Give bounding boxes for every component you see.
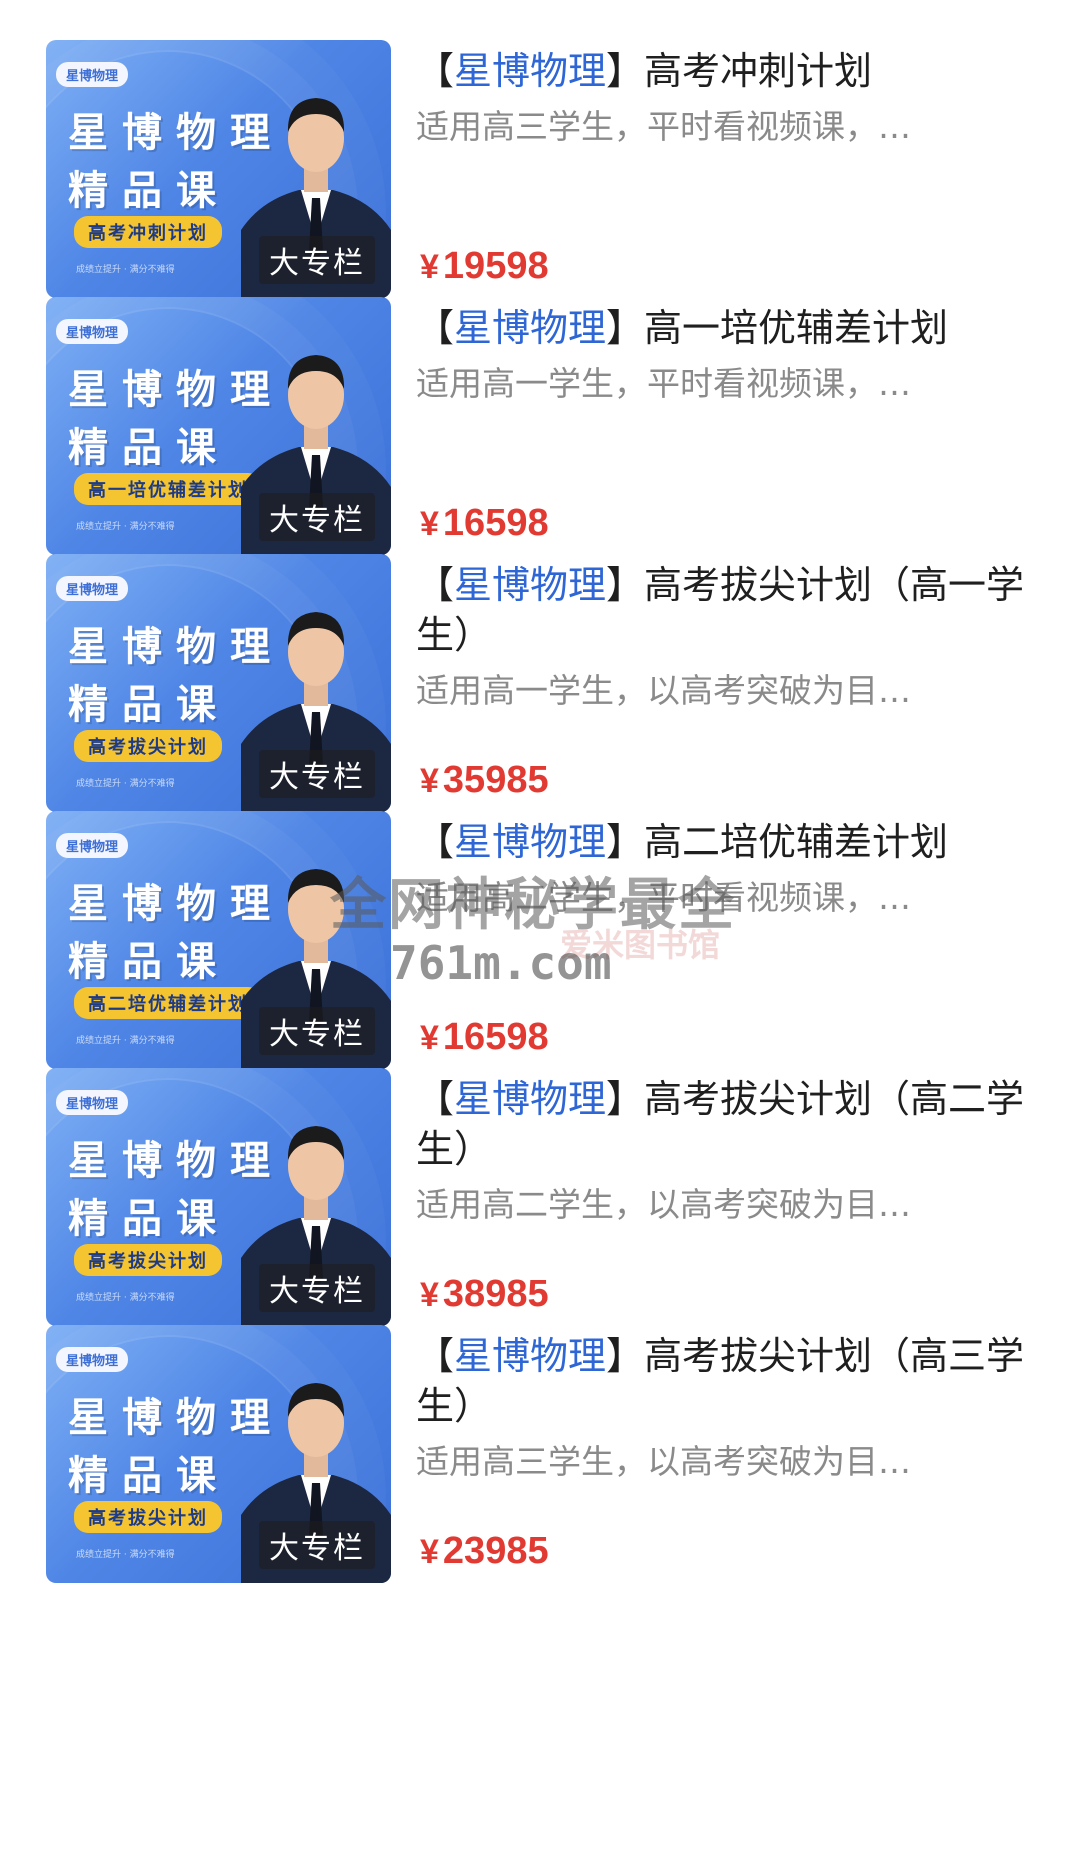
title-bracket-close: 】 [606,820,645,864]
thumb-subtitle: 精品课 [68,938,230,985]
course-price: ¥35985 [420,759,549,802]
title-bracket-close: 】 [606,563,645,607]
title-bracket-open: 【 [416,820,455,864]
course-price: ¥23985 [420,1530,549,1573]
currency-symbol: ¥ [420,1276,439,1314]
thumb-caption: 成绩立提升 · 满分不难得 [76,779,175,789]
title-bracket-close: 】 [606,306,645,350]
thumb-caption: 成绩立提升 · 满分不难得 [76,1036,175,1046]
thumb-subtitle: 精品课 [68,681,230,728]
course-list-item[interactable]: 星博物理 星博物理 精品课 高一培优辅差计划 成绩立提升 · 满分不难得 大专栏 【星博物理… [0,297,1080,559]
price-value: 38985 [442,1273,549,1315]
course-list-item[interactable]: 星博物理 星博物理 精品课 高考冲刺计划 成绩立提升 · 满分不难得 大专栏 【星博物理】高… [0,40,1080,302]
brand-logo: 星博物理 [56,319,129,344]
course-title[interactable]: 【星博物理】高一培优辅差计划 [416,297,1056,353]
course-title[interactable]: 【星博物理】高考拔尖计划（高一学生） [416,554,1056,660]
price-value: 35985 [442,759,549,801]
plan-tag: 高二培优辅差计划 [74,987,262,1019]
price-value: 19598 [442,245,549,287]
course-info: 【星博物理】高考拔尖计划（高三学生） 适用高三学生，以高考突破为目… ¥23985 [416,1325,1056,1583]
thumb-caption: 成绩立提升 · 满分不难得 [76,265,175,275]
course-list-item[interactable]: 星博物理 星博物理 精品课 高考拔尖计划 成绩立提升 · 满分不难得 大专栏 【星博物理】高… [0,1068,1080,1330]
thumb-caption: 成绩立提升 · 满分不难得 [76,522,175,532]
course-info: 【星博物理】高考冲刺计划适用高三学生，平时看视频课，… ¥19598 [416,40,1056,298]
thumb-caption: 成绩立提升 · 满分不难得 [76,1550,175,1560]
title-bracket-open: 【 [416,49,455,93]
course-title[interactable]: 【星博物理】高考拔尖计划（高二学生） [416,1068,1056,1174]
course-list-item[interactable]: 星博物理 星博物理 精品课 高考拔尖计划 成绩立提升 · 满分不难得 大专栏 【星博物理】高… [0,1325,1080,1587]
title-brand: 星博物理 [454,1334,607,1378]
title-text: 高一培优辅差计划 [644,306,949,350]
brand-logo: 星博物理 [56,1090,129,1115]
currency-symbol: ¥ [420,248,439,286]
column-badge: 大专栏 [259,1007,375,1055]
column-badge: 大专栏 [259,1521,375,1569]
currency-symbol: ¥ [420,762,439,800]
course-info: 【星博物理】高一培优辅差计划适用高一学生，平时看视频课，… ¥16598 [416,297,1056,555]
price-value: 23985 [442,1530,549,1572]
course-thumbnail[interactable]: 星博物理 星博物理 精品课 高考拔尖计划 成绩立提升 · 满分不难得 大专栏 [46,1325,391,1583]
thumb-caption: 成绩立提升 · 满分不难得 [76,1293,175,1303]
title-brand: 星博物理 [454,563,607,607]
title-brand: 星博物理 [454,49,607,93]
course-thumbnail[interactable]: 星博物理 星博物理 精品课 高考拔尖计划 成绩立提升 · 满分不难得 大专栏 [46,554,391,812]
title-bracket-close: 】 [606,1334,645,1378]
course-price: ¥16598 [420,502,549,545]
thumb-subtitle: 精品课 [68,167,230,214]
brand-logo: 星博物理 [56,833,129,858]
title-brand: 星博物理 [454,820,607,864]
column-badge: 大专栏 [259,1264,375,1312]
course-thumbnail[interactable]: 星博物理 星博物理 精品课 高一培优辅差计划 成绩立提升 · 满分不难得 大专栏 [46,297,391,555]
title-bracket-close: 】 [606,1077,645,1121]
title-brand: 星博物理 [454,306,607,350]
course-thumbnail[interactable]: 星博物理 星博物理 精品课 高考拔尖计划 成绩立提升 · 满分不难得 大专栏 [46,1068,391,1326]
course-description: 适用高二学生，以高考突破为目… [416,1185,911,1224]
price-value: 16598 [442,502,549,544]
title-bracket-open: 【 [416,306,455,350]
plan-tag: 高一培优辅差计划 [74,473,262,505]
title-brand: 星博物理 [454,1077,607,1121]
brand-logo: 星博物理 [56,576,129,601]
plan-tag: 高考拔尖计划 [74,1501,222,1533]
course-description: 适用高三学生，平时看视频课，… [416,107,911,146]
course-price: ¥16598 [420,1016,549,1059]
plan-tag: 高考拔尖计划 [74,1244,222,1276]
plan-tag: 高考冲刺计划 [74,216,222,248]
course-list-item[interactable]: 星博物理 星博物理 精品课 高考拔尖计划 成绩立提升 · 满分不难得 大专栏 【星博物理】高… [0,554,1080,816]
brand-logo: 星博物理 [56,62,129,87]
course-title[interactable]: 【星博物理】高考冲刺计划 [416,40,1056,96]
title-bracket-open: 【 [416,1334,455,1378]
plan-tag: 高考拔尖计划 [74,730,222,762]
currency-symbol: ¥ [420,1533,439,1571]
course-description: 适用高二学生，平时看视频课，… [416,878,911,917]
thumb-subtitle: 精品课 [68,1452,230,1499]
course-info: 【星博物理】高考拔尖计划（高二学生） 适用高二学生，以高考突破为目… ¥38985 [416,1068,1056,1326]
title-bracket-open: 【 [416,1077,455,1121]
course-thumbnail[interactable]: 星博物理 星博物理 精品课 高考冲刺计划 成绩立提升 · 满分不难得 大专栏 [46,40,391,298]
title-bracket-open: 【 [416,563,455,607]
course-price: ¥19598 [420,245,549,288]
brand-logo: 星博物理 [56,1347,129,1372]
course-title[interactable]: 【星博物理】高考拔尖计划（高三学生） [416,1325,1056,1431]
currency-symbol: ¥ [420,505,439,543]
column-badge: 大专栏 [259,750,375,798]
course-description: 适用高三学生，以高考突破为目… [416,1442,911,1481]
column-badge: 大专栏 [259,236,375,284]
column-badge: 大专栏 [259,493,375,541]
course-description: 适用高一学生，以高考突破为目… [416,671,911,710]
title-text: 高考冲刺计划 [644,49,873,93]
course-thumbnail[interactable]: 星博物理 星博物理 精品课 高二培优辅差计划 成绩立提升 · 满分不难得 大专栏 [46,811,391,1069]
course-list-item[interactable]: 星博物理 星博物理 精品课 高二培优辅差计划 成绩立提升 · 满分不难得 大专栏 【星博物理… [0,811,1080,1073]
course-price: ¥38985 [420,1273,549,1316]
course-title[interactable]: 【星博物理】高二培优辅差计划 [416,811,1056,867]
course-info: 【星博物理】高二培优辅差计划适用高二学生，平时看视频课，… ¥16598 [416,811,1056,1069]
thumb-subtitle: 精品课 [68,424,230,471]
currency-symbol: ¥ [420,1019,439,1057]
course-info: 【星博物理】高考拔尖计划（高一学生） 适用高一学生，以高考突破为目… ¥35985 [416,554,1056,812]
title-text: 高二培优辅差计划 [644,820,949,864]
title-bracket-close: 】 [606,49,645,93]
course-description: 适用高一学生，平时看视频课，… [416,364,911,403]
thumb-subtitle: 精品课 [68,1195,230,1242]
price-value: 16598 [442,1016,549,1058]
